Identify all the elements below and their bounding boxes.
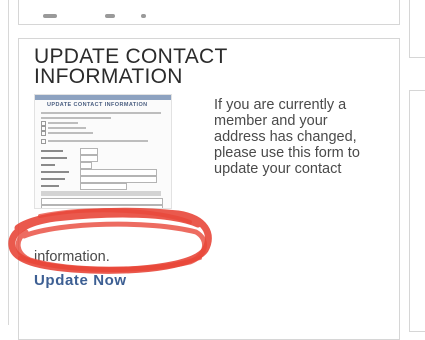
thumbnail-text-line: [48, 132, 93, 134]
thumbnail-text-line: [48, 127, 86, 129]
thumbnail-field: [80, 169, 157, 176]
thumbnail-field: [80, 176, 157, 183]
widget-description-tail: information.: [34, 249, 110, 265]
previous-widget-text-fragment: [105, 14, 115, 18]
thumbnail-field-label: [41, 150, 63, 152]
thumbnail-header-bar: [35, 95, 171, 100]
thumbnail-checkbox: [41, 131, 46, 136]
update-contact-widget: UPDATE CONTACT INFORMATION UPDATE CONTAC…: [18, 38, 400, 340]
thumbnail-field-label: [41, 164, 55, 166]
thumbnail-field-label: [41, 185, 59, 187]
previous-widget-card: [18, 0, 400, 25]
adjacent-panel-edge: [409, 0, 425, 58]
update-now-link[interactable]: Update Now: [34, 272, 127, 289]
thumbnail-field: [80, 162, 92, 169]
thumbnail-field: [41, 205, 163, 208]
thumbnail-field: [80, 155, 98, 162]
form-preview-thumbnail[interactable]: UPDATE CONTACT INFORMATION: [34, 94, 172, 209]
thumbnail-field-label: [41, 171, 69, 173]
thumbnail-field: [41, 198, 163, 205]
thumbnail-field: [80, 148, 98, 155]
adjacent-panel-edge: [409, 90, 425, 332]
widget-title: UPDATE CONTACT INFORMATION: [34, 45, 228, 88]
widget-description: If you are currently a member and your a…: [214, 97, 360, 177]
thumbnail-field: [80, 183, 127, 190]
thumbnail-text-line: [48, 140, 148, 142]
thumbnail-text-line: [41, 117, 111, 119]
thumbnail-text-line: [48, 122, 78, 124]
previous-widget-text-fragment: [141, 14, 146, 18]
page-left-border: [8, 0, 9, 325]
thumbnail-title: UPDATE CONTACT INFORMATION: [47, 102, 148, 108]
thumbnail-field-label: [41, 157, 67, 159]
thumbnail-checkbox: [41, 139, 46, 144]
thumbnail-section-bar: [41, 191, 161, 196]
thumbnail-text-line: [41, 112, 161, 114]
previous-widget-text-fragment: [43, 14, 57, 18]
thumbnail-field-label: [41, 178, 65, 180]
